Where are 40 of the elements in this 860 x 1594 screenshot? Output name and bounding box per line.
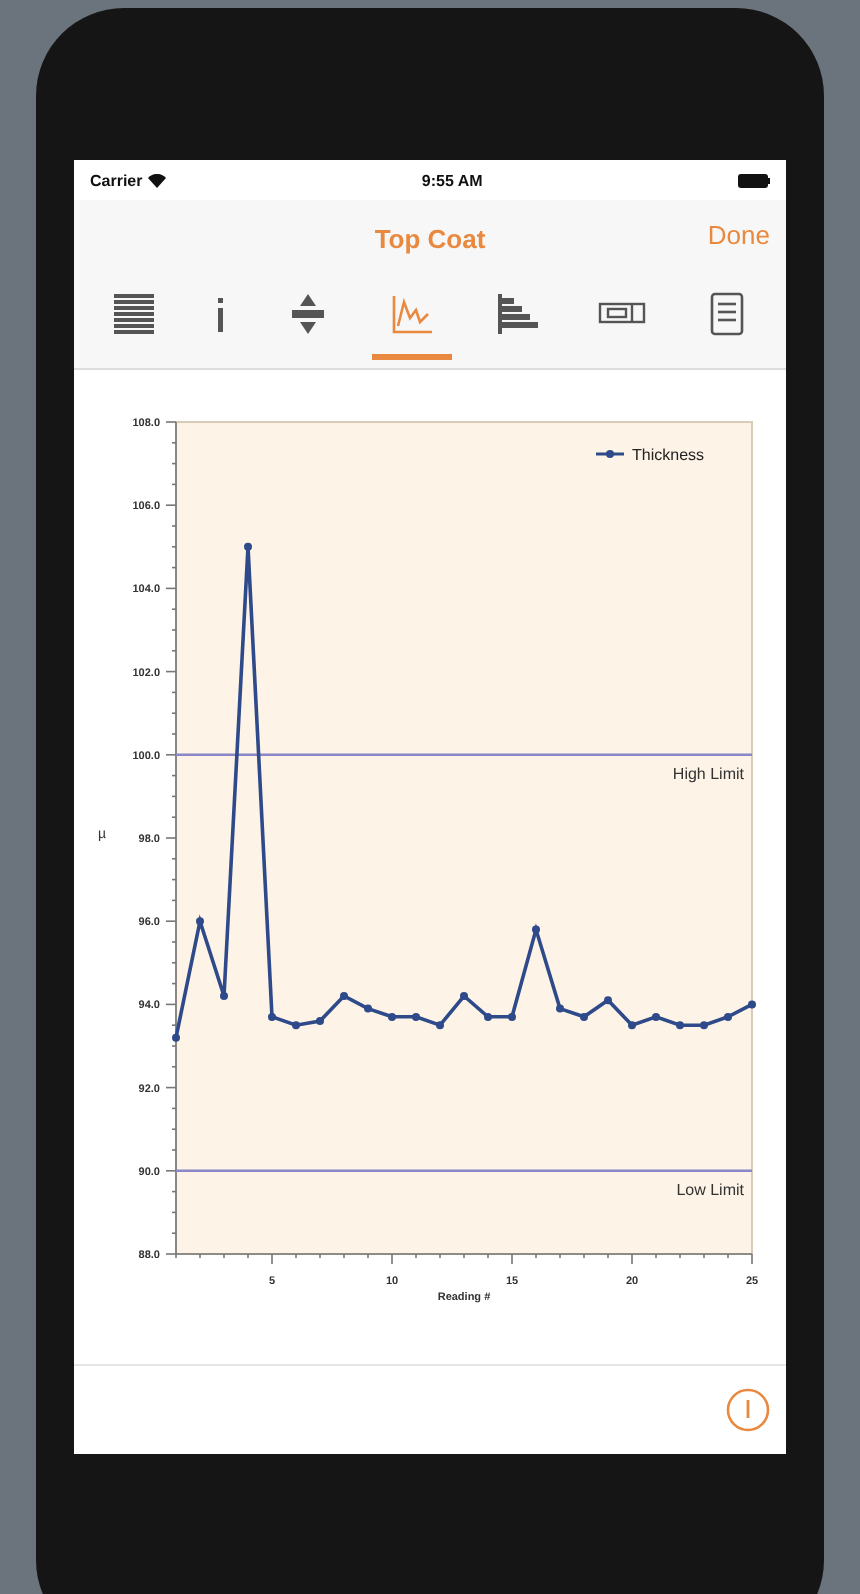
carrier-label: Carrier <box>90 171 143 189</box>
list-icon <box>110 292 159 336</box>
data-point <box>340 992 348 1001</box>
battery-icon <box>737 173 770 187</box>
data-point <box>244 542 252 551</box>
data-point <box>436 1021 444 1030</box>
legend-marker-icon <box>596 450 624 458</box>
data-point <box>628 1021 636 1030</box>
legend-label: Thickness <box>632 446 705 464</box>
data-point <box>748 1000 756 1009</box>
status-time: 9:55 AM <box>421 171 483 189</box>
data-point <box>604 996 612 1005</box>
data-point <box>580 1012 588 1021</box>
data-point <box>676 1021 684 1030</box>
data-point <box>508 1012 516 1021</box>
data-point <box>364 1004 372 1013</box>
data-point <box>172 1033 180 1042</box>
data-point <box>484 1012 492 1021</box>
data-point <box>412 1012 420 1021</box>
screen-title: Top Coat <box>374 223 486 253</box>
info-button[interactable] <box>726 1388 770 1432</box>
data-point <box>292 1021 300 1030</box>
data-point <box>316 1017 324 1026</box>
data-point <box>700 1021 708 1030</box>
line-chart-icon <box>387 292 436 336</box>
data-point <box>652 1012 660 1021</box>
bar-chart-icon <box>492 292 541 336</box>
limit-label: Low Limit <box>676 1180 744 1199</box>
data-point <box>532 925 540 934</box>
data-point <box>460 992 468 1001</box>
data-point <box>388 1012 396 1021</box>
limit-label: High Limit <box>672 764 744 783</box>
data-point <box>220 992 228 1001</box>
data-point <box>724 1012 732 1021</box>
data-point <box>268 1012 276 1021</box>
info-icon <box>214 292 227 336</box>
wifi-icon <box>148 173 167 187</box>
data-point <box>196 917 204 926</box>
data-point <box>556 1004 564 1013</box>
done-button[interactable]: Done <box>707 220 770 250</box>
